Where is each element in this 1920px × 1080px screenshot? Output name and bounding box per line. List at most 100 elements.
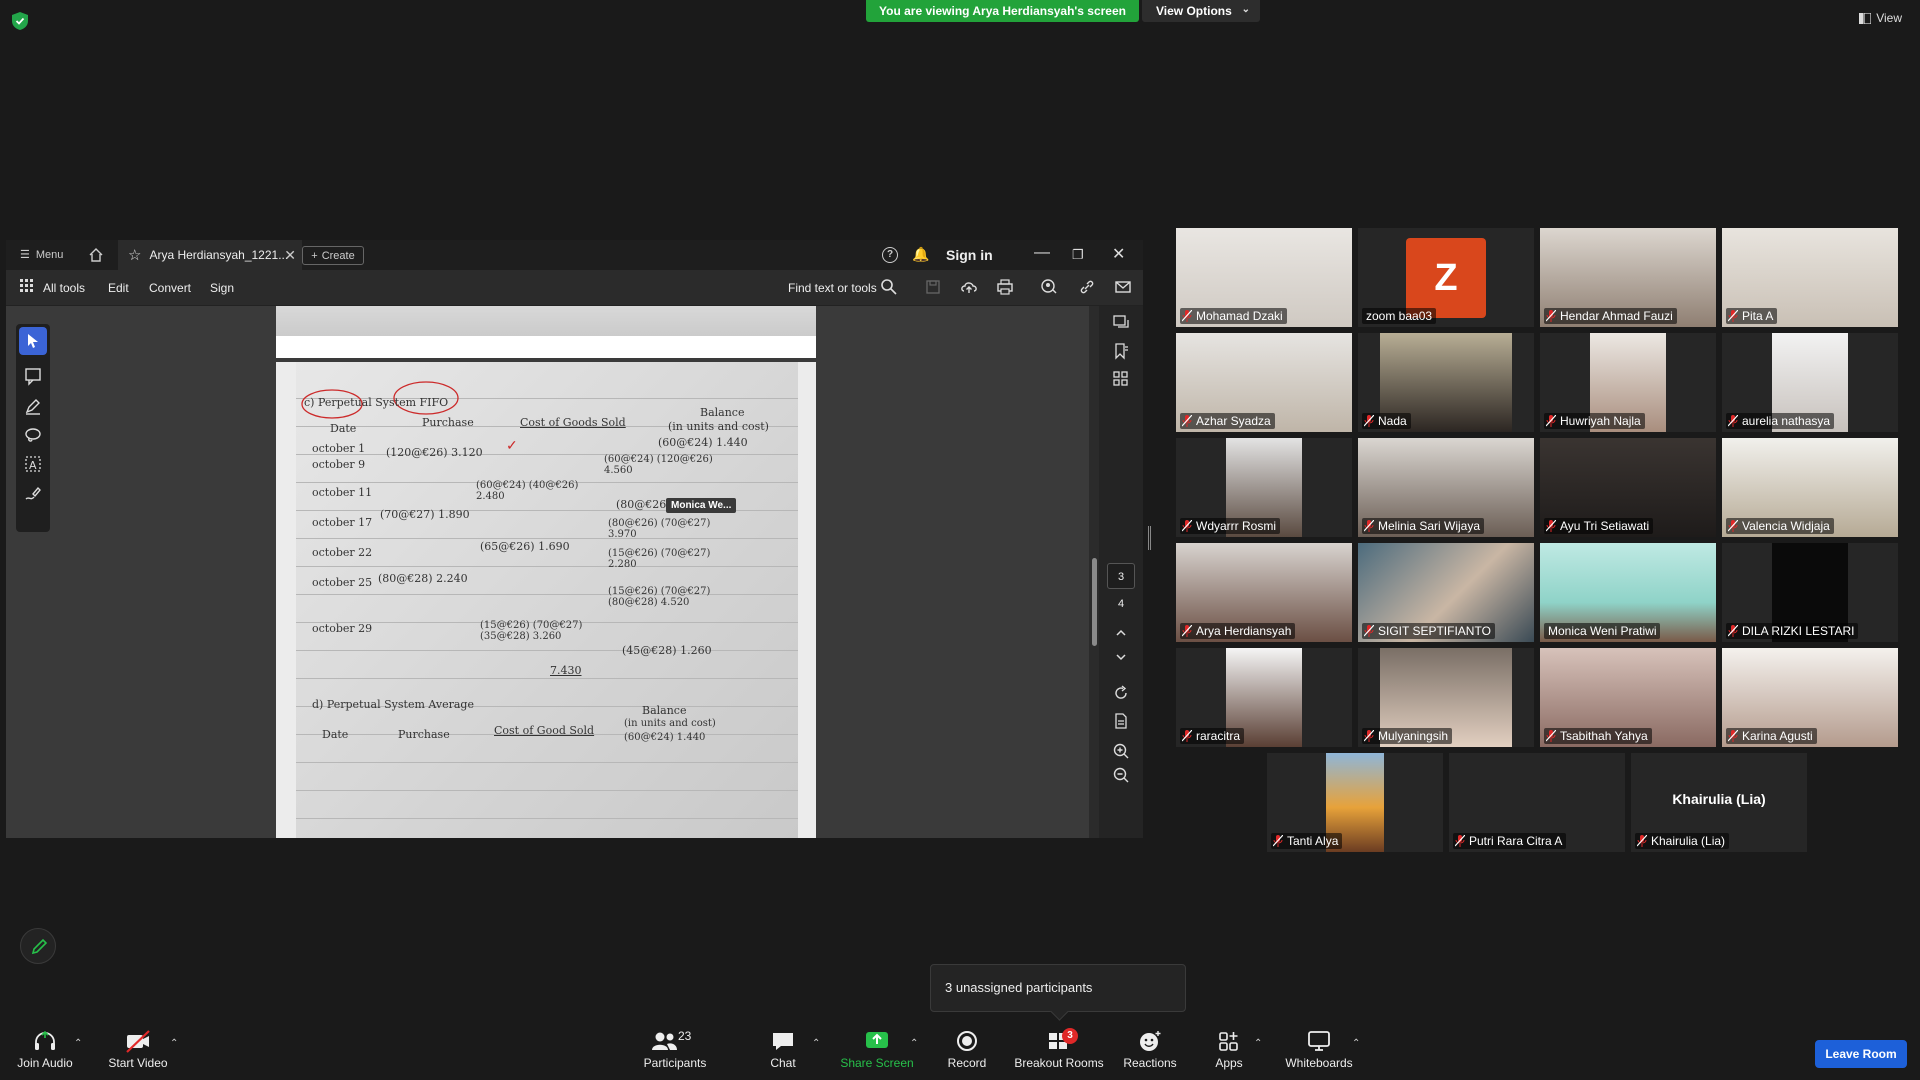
sign-pen-icon[interactable]	[23, 484, 43, 504]
next-page-number[interactable]: 4	[1107, 591, 1135, 617]
scrollbar-thumb[interactable]	[1092, 558, 1097, 646]
share-user-icon[interactable]	[1040, 278, 1058, 296]
star-icon[interactable]: ☆	[128, 246, 141, 264]
apps-options-caret-icon[interactable]: ⌃	[1254, 1038, 1262, 1049]
participant-tile[interactable]: Arya Herdiansyah	[1176, 543, 1352, 642]
share-screen-button[interactable]: Share Screen	[840, 1028, 914, 1078]
print-icon[interactable]	[996, 278, 1014, 296]
text-box-icon[interactable]: A	[23, 454, 43, 474]
create-button[interactable]: + Create	[302, 246, 364, 265]
participant-tile[interactable]: Nada	[1358, 333, 1534, 432]
col-balance-sub: (in units and cost)	[668, 420, 769, 433]
participant-name-label: Azhar Syadza	[1180, 413, 1275, 429]
help-icon[interactable]: ?	[882, 247, 898, 263]
document-page[interactable]: c) Perpetual System FIFO Date Purchase C…	[276, 362, 816, 838]
join-audio-button[interactable]: Join Audio	[14, 1028, 76, 1078]
chat-button[interactable]: Chat	[768, 1028, 798, 1078]
email-icon[interactable]	[1114, 278, 1132, 296]
document-tab[interactable]: ☆ Arya Herdiansyah_1221... ✕	[118, 240, 302, 270]
document-scrollbar[interactable]	[1089, 306, 1099, 838]
video-options-caret-icon[interactable]: ⌃	[170, 1038, 178, 1049]
audio-options-caret-icon[interactable]: ⌃	[74, 1038, 82, 1049]
bookmark-icon[interactable]	[1112, 342, 1130, 360]
participant-tile[interactable]: Putri Rara Citra A	[1449, 753, 1625, 852]
mic-muted-icon	[1182, 625, 1192, 637]
participant-tile[interactable]: Tanti Alya	[1267, 753, 1443, 852]
shared-screen[interactable]: ☰ Menu ☆ Arya Herdiansyah_1221... ✕ + Cr…	[6, 240, 1143, 838]
edit-button[interactable]: Edit	[108, 281, 129, 295]
close-tab-icon[interactable]: ✕	[284, 247, 296, 264]
participant-name-label: aurelia nathasya	[1726, 413, 1835, 429]
minimize-icon[interactable]: —	[1034, 244, 1050, 262]
participant-tile[interactable]: Z zoom baa03	[1358, 228, 1534, 327]
restore-icon[interactable]: ❐	[1072, 247, 1084, 263]
participant-tile[interactable]: aurelia nathasya	[1722, 333, 1898, 432]
participant-tile[interactable]: Mulyaningsih	[1358, 648, 1534, 747]
home-icon[interactable]	[88, 247, 104, 263]
apps-button[interactable]: Apps	[1214, 1028, 1244, 1078]
acrobat-menu-button[interactable]: ☰ Menu	[20, 248, 63, 262]
lasso-draw-icon[interactable]	[23, 425, 43, 445]
record-button[interactable]: Record	[946, 1028, 988, 1078]
view-options-button[interactable]: View Options ⌄	[1142, 0, 1260, 22]
participant-tile[interactable]: Mohamad Dzaki	[1176, 228, 1352, 327]
participant-name-label: Arya Herdiansyah	[1180, 623, 1296, 639]
participant-tile[interactable]: DILA RIZKI LESTARI	[1722, 543, 1898, 642]
chat-options-caret-icon[interactable]: ⌃	[812, 1038, 820, 1049]
security-shield-icon[interactable]	[12, 12, 28, 30]
convert-button[interactable]: Convert	[149, 281, 191, 295]
save-icon[interactable]	[924, 278, 942, 296]
link-icon[interactable]	[1078, 278, 1096, 296]
sign-button[interactable]: Sign	[210, 281, 234, 295]
all-tools-button[interactable]: All tools	[43, 281, 85, 295]
whiteboards-button[interactable]: Whiteboards	[1284, 1028, 1354, 1078]
leave-room-button[interactable]: Leave Room	[1815, 1040, 1907, 1068]
notification-bell-icon[interactable]: 🔔	[912, 246, 929, 263]
breakout-rooms-button[interactable]: 3 Breakout Rooms	[1014, 1028, 1104, 1078]
upload-cloud-icon[interactable]	[960, 278, 978, 296]
start-video-button[interactable]: Start Video	[106, 1028, 170, 1078]
view-button[interactable]: View	[1859, 11, 1902, 25]
participant-tile[interactable]: Melinia Sari Wijaya	[1358, 438, 1534, 537]
participant-tile[interactable]: raracitra	[1176, 648, 1352, 747]
participant-tile[interactable]: Ayu Tri Setiawati	[1540, 438, 1716, 537]
highlight-pen-icon[interactable]	[23, 396, 43, 416]
unassigned-participants-tooltip[interactable]: 3 unassigned participants	[930, 964, 1186, 1012]
whiteboards-options-caret-icon[interactable]: ⌃	[1352, 1038, 1360, 1049]
page-info-icon[interactable]	[1112, 712, 1130, 730]
page-up-icon[interactable]	[1112, 624, 1130, 642]
search-icon[interactable]	[880, 278, 898, 296]
sign-in-button[interactable]: Sign in	[946, 247, 993, 263]
participant-tile[interactable]: Karina Agusti	[1722, 648, 1898, 747]
close-window-icon[interactable]: ✕	[1112, 244, 1125, 264]
participant-tile[interactable]: Wdyarrr Rosmi	[1176, 438, 1352, 537]
participant-tile[interactable]: Huwriyah Najla	[1540, 333, 1716, 432]
participant-name-label: Khairulia (Lia)	[1635, 833, 1730, 849]
participant-tile[interactable]: Tsabithah Yahya	[1540, 648, 1716, 747]
comments-panel-icon[interactable]	[1112, 314, 1130, 332]
mic-muted-icon	[1364, 520, 1374, 532]
find-text-field[interactable]: Find text or tools	[788, 281, 877, 295]
select-cursor-icon[interactable]	[23, 331, 43, 351]
participant-tile-active-speaker[interactable]: Monica Weni Pratiwi	[1540, 543, 1716, 642]
zoom-out-icon[interactable]	[1112, 766, 1130, 784]
rotate-icon[interactable]	[1112, 684, 1130, 702]
document-view[interactable]: c) Perpetual System FIFO Date Purchase C…	[6, 306, 1089, 838]
page-down-icon[interactable]	[1112, 648, 1130, 666]
share-options-caret-icon[interactable]: ⌃	[910, 1038, 918, 1049]
participant-tile[interactable]: SIGIT SEPTIFIANTO	[1358, 543, 1534, 642]
participants-button[interactable]: 23 Participants	[640, 1028, 710, 1078]
split-view-divider[interactable]	[1148, 526, 1151, 550]
annotate-pen-button[interactable]	[20, 928, 56, 964]
participant-tile[interactable]: Hendar Ahmad Fauzi	[1540, 228, 1716, 327]
reactions-button[interactable]: Reactions	[1123, 1028, 1177, 1078]
current-page-number[interactable]: 3	[1107, 563, 1135, 589]
participant-tile[interactable]: Valencia Widjaja	[1722, 438, 1898, 537]
zoom-in-icon[interactable]	[1112, 742, 1130, 760]
participant-tile[interactable]: Azhar Syadza	[1176, 333, 1352, 432]
row-date: october 17	[312, 516, 373, 529]
participant-tile[interactable]: Khairulia (Lia) Khairulia (Lia)	[1631, 753, 1807, 852]
add-comment-icon[interactable]	[23, 366, 43, 386]
thumbnails-icon[interactable]	[1112, 370, 1130, 388]
participant-tile[interactable]: Pita A	[1722, 228, 1898, 327]
